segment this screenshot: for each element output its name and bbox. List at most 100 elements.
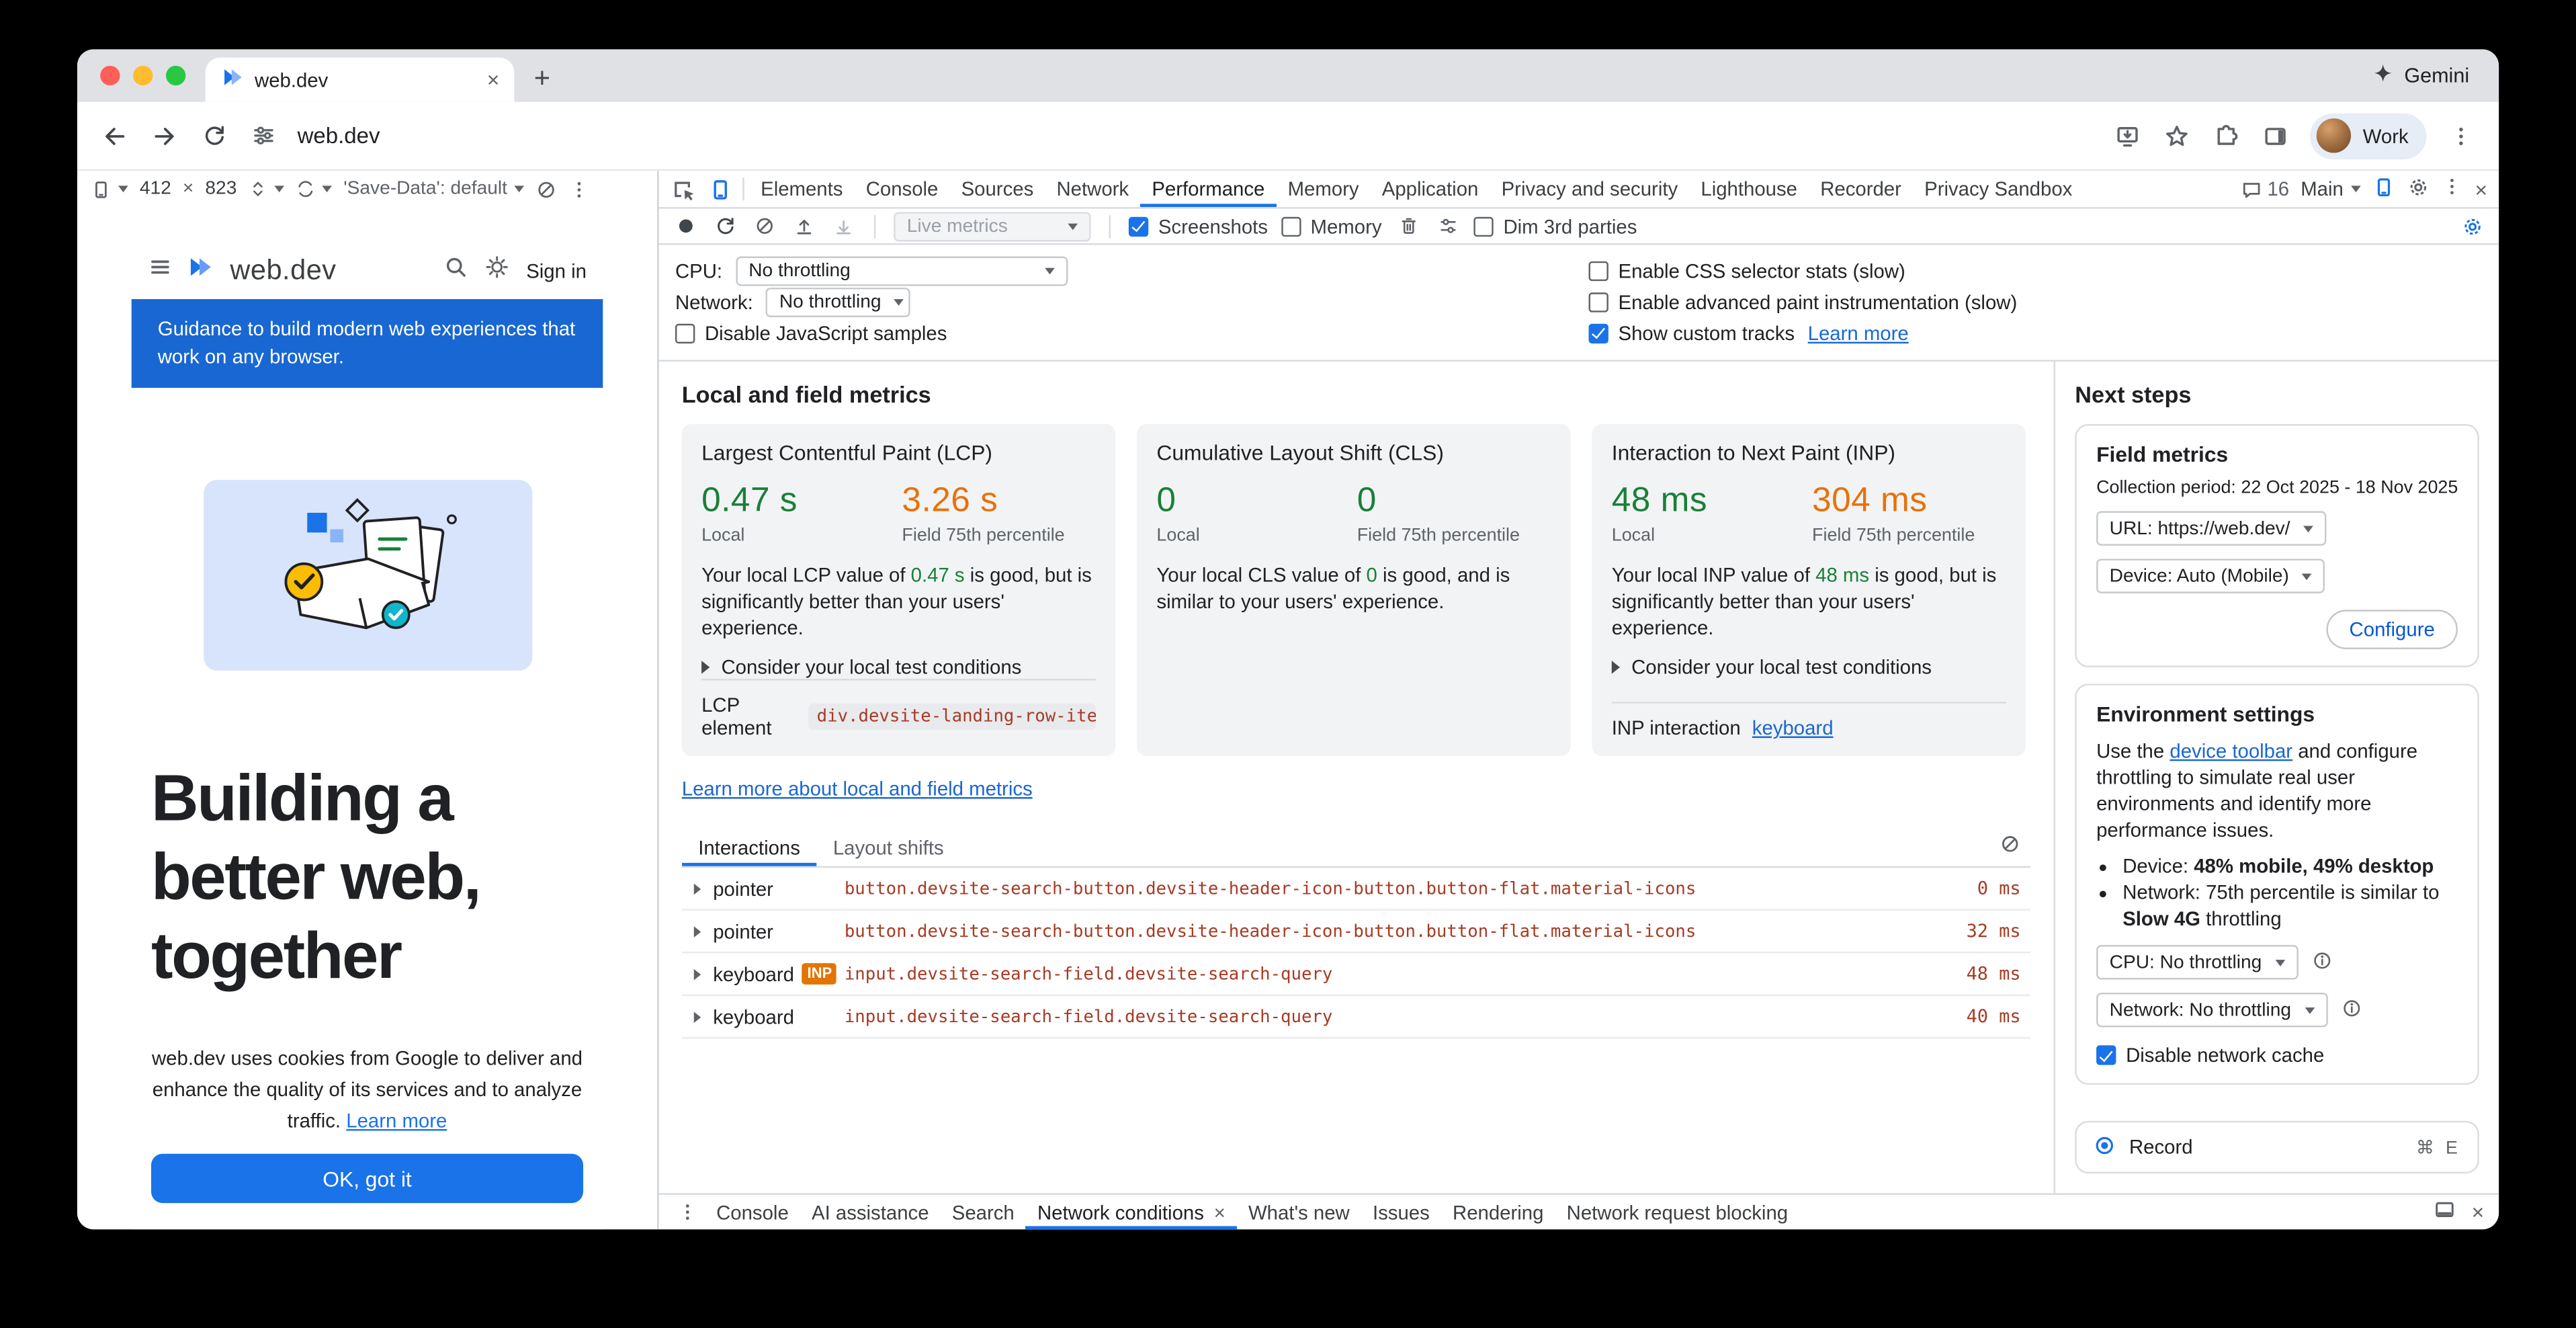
forward-button[interactable] [141,113,187,159]
rotate-select[interactable] [296,179,332,199]
interaction-node-link[interactable]: button.devsite-search-button.devsite-hea… [845,921,1926,941]
dim-3rd-parties-checkbox[interactable]: Dim 3rd parties [1473,214,1637,237]
inspect-icon[interactable] [665,171,701,207]
gemini-button[interactable]: Gemini [2373,63,2469,89]
panel-settings-gear-icon[interactable] [2459,213,2485,239]
devtools-tab-lighthouse[interactable]: Lighthouse [1689,171,1809,207]
install-icon[interactable] [2105,113,2151,159]
device-toolbar-menu-icon[interactable] [568,178,589,200]
screenshots-checkbox[interactable]: Screenshots [1129,214,1268,237]
drawer-tab-rendering[interactable]: Rendering [1441,1195,1555,1229]
devtools-close-icon[interactable]: × [2475,178,2487,200]
drawer-tab-close-icon[interactable]: × [1214,1200,1226,1223]
throttling-off-icon[interactable] [535,178,557,200]
device-width[interactable]: 412 [140,179,171,199]
devtools-tab-network[interactable]: Network [1045,171,1140,207]
theme-toggle-icon[interactable] [485,255,510,288]
interaction-node-link[interactable]: input.devsite-search-field.devsite-searc… [845,964,1926,983]
record-icon[interactable] [672,213,698,239]
field-url-select[interactable]: URL: https://web.dev/ [2096,511,2326,546]
interaction-row[interactable]: keyboard INP input.devsite-search-field.… [682,953,2031,996]
interaction-node-link[interactable]: button.devsite-search-button.devsite-hea… [845,878,1926,898]
lcp-element-link[interactable]: div.devsite-landing-row-item-d… [808,704,1095,730]
triangle-right-icon[interactable] [694,925,701,937]
toggle-device-toolbar-icon[interactable] [701,171,738,207]
devtools-tab-privacy-security[interactable]: Privacy and security [1490,171,1689,207]
browser-tab[interactable]: web.dev × [206,58,515,102]
devtools-tab-recorder[interactable]: Recorder [1809,171,1913,207]
metrics-learn-more-link[interactable]: Learn more about local and field metrics [682,778,1033,800]
drawer-menu-icon[interactable] [669,1195,705,1229]
tab-layout-shifts[interactable]: Layout shifts [816,829,960,866]
context-selector[interactable]: Main [2301,177,2362,200]
interaction-row[interactable]: pointer button.devsite-search-button.dev… [682,868,2031,911]
drawer-tab-search[interactable]: Search [941,1195,1026,1229]
interaction-node-link[interactable]: input.devsite-search-field.devsite-searc… [845,1007,1926,1026]
device-select[interactable] [90,178,128,200]
memory-checkbox[interactable]: Memory [1281,214,1382,237]
drawer-tab-whats-new[interactable]: What's new [1237,1195,1361,1229]
cpu-throttling-select[interactable]: No throttling [736,257,1068,286]
drawer-tab-issues[interactable]: Issues [1361,1195,1441,1229]
devtools-tab-memory[interactable]: Memory [1276,171,1370,207]
record-button[interactable]: Record ⌘ E [2075,1121,2479,1173]
zoom-select[interactable] [248,179,284,199]
info-icon[interactable] [2311,949,2333,975]
env-network-select[interactable]: Network: No throttling [2096,993,2327,1027]
back-button[interactable] [92,113,138,159]
cookie-accept-button[interactable]: OK, got it [151,1154,583,1203]
custom-tracks-checkbox[interactable]: Show custom tracks [1589,322,1795,345]
disable-network-cache-checkbox[interactable]: Disable network cache [2096,1044,2458,1067]
clear-icon[interactable] [750,213,777,239]
disable-js-samples-checkbox[interactable]: Disable JavaScript samples [675,322,947,345]
bookmark-star-icon[interactable] [2154,113,2200,159]
field-device-select[interactable]: Device: Auto (Mobile) [2096,558,2325,593]
drawer-tab-network-conditions[interactable]: Network conditions × [1026,1195,1237,1229]
clear-log-icon[interactable] [2000,833,2021,862]
css-selector-stats-checkbox[interactable]: Enable CSS selector stats (slow) [1589,260,1905,283]
record-reload-icon[interactable] [712,213,738,239]
drawer-tab-console[interactable]: Console [705,1195,800,1229]
network-throttling-select[interactable]: No throttling [766,288,910,317]
site-brand[interactable]: web.dev [230,255,336,288]
site-logo-icon[interactable] [187,253,216,290]
tab-interactions[interactable]: Interactions [682,829,817,866]
cookie-learn-more-link[interactable]: Learn more [346,1110,447,1132]
triangle-right-icon[interactable] [694,968,701,980]
new-tab-button[interactable]: + [521,58,564,101]
devtools-tab-sources[interactable]: Sources [949,171,1045,207]
lcp-disclosure[interactable]: Consider your local test conditions [701,656,1096,679]
info-icon[interactable] [2340,997,2362,1023]
configure-button[interactable]: Configure [2326,610,2458,649]
custom-tracks-learn-more-link[interactable]: Learn more [1808,322,1909,345]
profile-chip[interactable]: Work [2310,113,2426,159]
devtools-tab-application[interactable]: Application [1371,171,1490,207]
inp-disclosure[interactable]: Consider your local test conditions [1612,656,2006,679]
save-data-select[interactable]: 'Save-Data': default [343,179,523,199]
console-messages-button[interactable]: 16 [2241,177,2289,200]
triangle-right-icon[interactable] [694,1011,701,1022]
url-text[interactable]: web.dev [298,123,380,148]
reload-button[interactable] [191,113,237,159]
drawer-close-icon[interactable]: × [2472,1202,2485,1223]
devtools-tab-console[interactable]: Console [855,171,950,207]
devtools-tab-performance[interactable]: Performance [1140,171,1276,207]
load-profile-icon[interactable] [790,213,816,239]
devtools-menu-icon[interactable] [2442,176,2464,202]
interaction-row[interactable]: pointer button.devsite-search-button.dev… [682,911,2031,954]
maximize-window-button[interactable] [166,66,185,85]
expand-drawer-icon[interactable] [2434,1198,2456,1227]
close-window-button[interactable] [100,66,120,85]
devtools-tab-privacy-sandbox[interactable]: Privacy Sandbox [1913,171,2084,207]
device-height[interactable]: 823 [205,179,237,199]
minimize-window-button[interactable] [133,66,153,85]
drawer-tab-network-request-blocking[interactable]: Network request blocking [1555,1195,1800,1229]
collect-garbage-icon[interactable] [1395,213,1421,239]
env-cpu-select[interactable]: CPU: No throttling [2096,945,2298,979]
browser-menu-icon[interactable] [2438,113,2484,159]
menu-icon[interactable] [148,255,173,288]
drawer-tab-ai-assistance[interactable]: AI assistance [800,1195,941,1229]
capture-settings-icon[interactable] [1434,213,1461,239]
search-icon[interactable] [444,255,469,288]
site-controls-icon[interactable] [240,113,286,159]
